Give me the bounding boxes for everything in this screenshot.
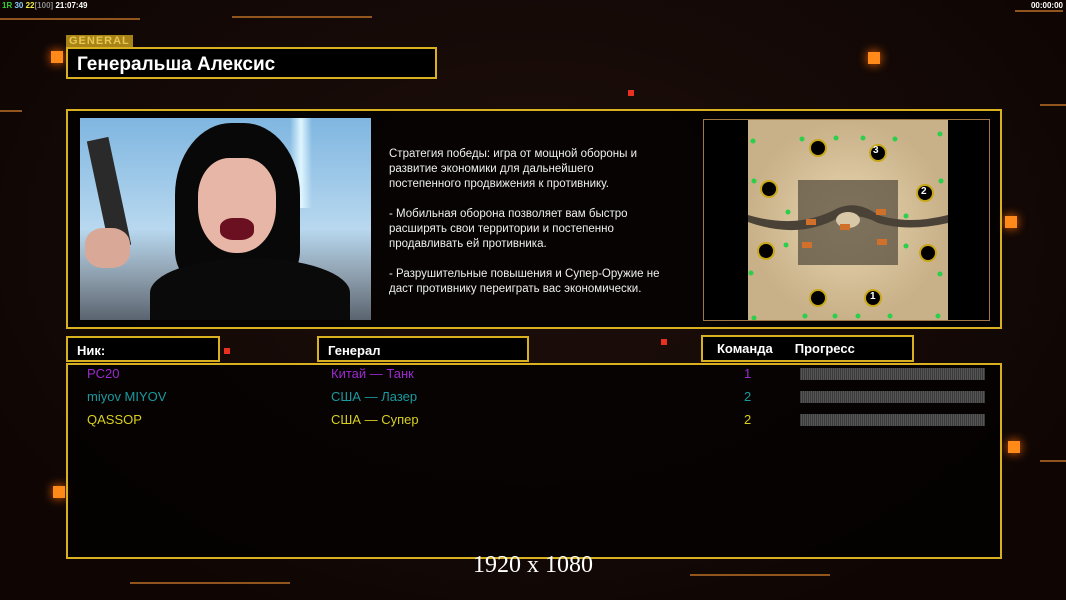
player-general: США — Супер	[331, 412, 419, 427]
spawn-label: 2	[921, 186, 927, 197]
decor-square	[1005, 216, 1017, 228]
map-image	[748, 120, 948, 320]
player-progress-bar	[800, 391, 985, 403]
header-nick: Ник:	[66, 336, 220, 362]
decor-square	[51, 51, 63, 63]
general-name: Генеральша Алексис	[66, 47, 437, 79]
spawn-label: 1	[870, 291, 876, 302]
decor-square	[868, 52, 880, 64]
general-portrait	[80, 118, 371, 320]
decor-line	[1040, 104, 1066, 106]
decor-line	[232, 16, 372, 18]
header-general: Генерал	[317, 336, 529, 362]
player-progress-bar	[800, 368, 985, 380]
decor-square	[628, 90, 634, 96]
decor-square	[53, 486, 65, 498]
player-general: Китай — Танк	[331, 366, 414, 381]
resolution-label: 1920 x 1080	[473, 552, 593, 578]
header-team-progress: Команда Прогресс	[701, 335, 914, 362]
decor-square	[661, 339, 667, 345]
player-general: США — Лазер	[331, 389, 418, 404]
decor-line	[130, 582, 290, 584]
header-team: Команда	[717, 341, 773, 356]
general-tag: GENERAL	[66, 35, 133, 47]
strategy-description: Стратегия победы: игра от мощной обороны…	[389, 148, 660, 295]
player-nick: QASSOP	[87, 412, 142, 427]
player-nick: miyov MIYOV	[87, 389, 167, 404]
decor-line	[0, 18, 140, 20]
header-progress: Прогресс	[794, 341, 855, 356]
decor-square	[1008, 441, 1020, 453]
decor-line	[0, 110, 22, 112]
decor-line	[1015, 10, 1063, 12]
player-nick: PC20	[87, 366, 120, 381]
decor-line	[1040, 460, 1066, 462]
player-team: 2	[744, 412, 752, 427]
spawn-label: 3	[873, 145, 879, 156]
map-preview: 3 2 1	[703, 119, 990, 321]
hud-stats: 1R 30 22[100] 21:07:49	[2, 1, 88, 10]
player-team: 2	[744, 389, 752, 404]
decor-square	[224, 348, 230, 354]
hud-timer: 00:00:00	[1030, 1, 1063, 10]
player-progress-bar	[800, 414, 985, 426]
player-team: 1	[744, 366, 752, 381]
